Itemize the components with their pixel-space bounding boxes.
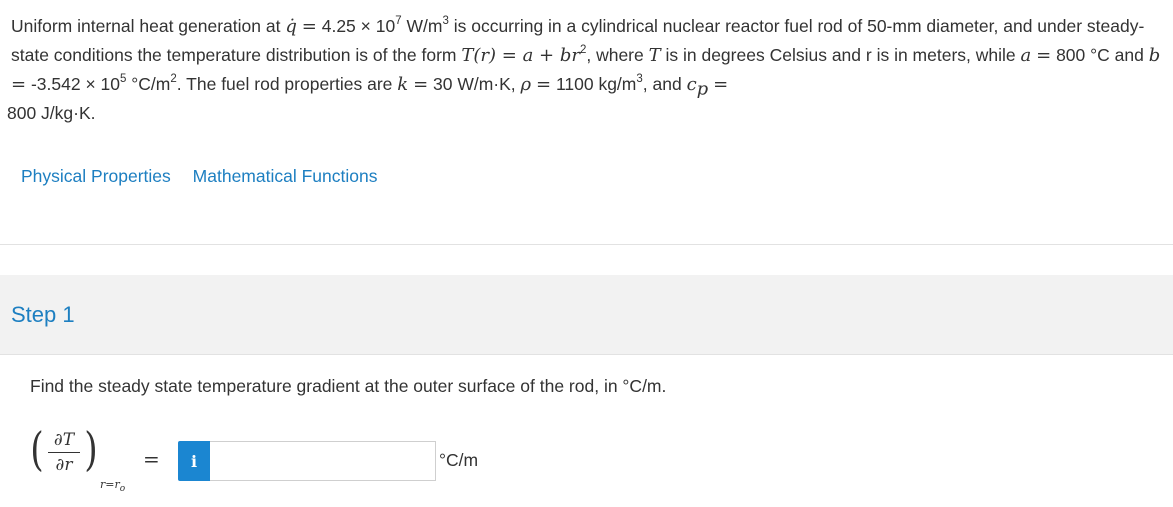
- eval-subscript: o: [119, 484, 126, 495]
- problem-statement: Uniform internal heat generation at q̇ =…: [7, 12, 1161, 127]
- math-a: a: [1020, 45, 1032, 66]
- math-b: b: [1148, 45, 1161, 66]
- numerator: ∂T: [53, 430, 75, 450]
- math-rho: ρ: [520, 74, 532, 95]
- answer-input[interactable]: [210, 441, 436, 481]
- problem-text: . The fuel rod properties are: [176, 74, 398, 94]
- k-value: 30 W/m·K,: [428, 74, 521, 94]
- physical-properties-link[interactable]: Physical Properties: [21, 166, 171, 186]
- rho-value: 1100 kg/m: [551, 74, 637, 94]
- divider: [0, 244, 1173, 245]
- evaluation-point: r=ro: [100, 478, 126, 495]
- step-header: [0, 275, 1173, 355]
- q-exponent: 7: [395, 15, 402, 28]
- math-T: T: [461, 45, 474, 66]
- math-equals: =: [713, 74, 729, 95]
- b-exponent: 5: [120, 73, 127, 86]
- math-T: T: [648, 45, 661, 66]
- math-k: k: [397, 74, 409, 95]
- rho-exponent: 3: [636, 73, 643, 86]
- equals-sign: =: [143, 447, 160, 471]
- form-exponent: 2: [579, 44, 587, 57]
- math-equals: =: [413, 74, 429, 95]
- q-unit-exponent: 3: [442, 15, 449, 28]
- denominator: ∂r: [55, 455, 73, 475]
- q-value: 4.25 × 10: [321, 16, 396, 36]
- a-value: 800 °C and: [1051, 45, 1149, 65]
- math-equals: =: [301, 16, 317, 37]
- problem-text: Uniform internal heat generation at: [11, 16, 281, 36]
- fraction-bar: [48, 452, 80, 453]
- math-cp: c: [686, 74, 697, 95]
- info-icon: i: [190, 451, 198, 471]
- b-unit: °C/m: [126, 74, 171, 94]
- cp-value: 800 J/kg·K.: [7, 103, 96, 123]
- math-qdot: q̇: [285, 16, 297, 37]
- b-unit-exponent: 2: [170, 73, 177, 86]
- math-equals: =: [11, 74, 27, 95]
- math-form: (r) = a + br: [473, 45, 580, 66]
- answer-unit: °C/m: [439, 450, 479, 470]
- eval-at: r=r: [100, 478, 120, 491]
- right-paren: ): [84, 422, 98, 476]
- problem-text: , and: [642, 74, 687, 94]
- math-equals: =: [1036, 45, 1052, 66]
- resource-links: Physical Properties Mathematical Functio…: [21, 163, 394, 189]
- mathematical-functions-link[interactable]: Mathematical Functions: [193, 166, 378, 186]
- step-question: Find the steady state temperature gradie…: [30, 376, 667, 396]
- math-cp-subscript: p: [696, 78, 709, 100]
- step-title: Step 1: [11, 302, 75, 327]
- math-equals: =: [536, 74, 552, 95]
- derivative-fraction: ∂T ∂r: [46, 430, 82, 475]
- q-unit: W/m: [401, 16, 443, 36]
- info-button[interactable]: i: [178, 441, 210, 481]
- b-value: -3.542 × 10: [26, 74, 120, 94]
- problem-text: , where: [586, 45, 649, 65]
- problem-text: is in degrees Celsius and r is in meters…: [660, 45, 1021, 65]
- left-paren: (: [30, 422, 44, 476]
- derivative-expression: ( ∂T ∂r ) r=ro: [28, 422, 138, 498]
